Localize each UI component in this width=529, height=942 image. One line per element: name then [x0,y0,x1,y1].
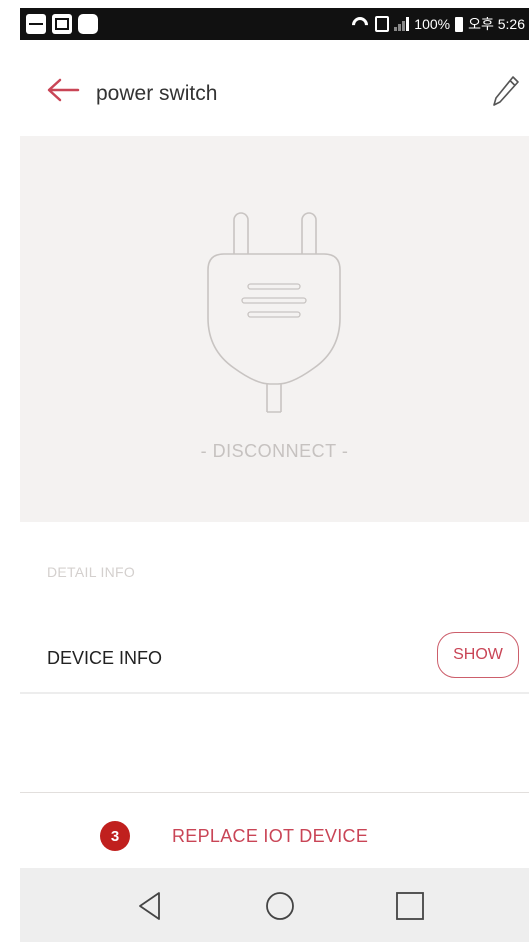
replace-iot-device-label: REPLACE IOT DEVICE [172,826,369,846]
replace-iot-device-button[interactable]: 3 REPLACE IOT DEVICE [20,793,529,868]
nfc-icon [375,16,390,32]
signal-icon [394,17,410,31]
section-label-detail-info: DETAIL INFO [47,564,136,580]
nav-back-button[interactable] [132,888,168,924]
plug-icon [207,212,341,413]
pencil-icon [493,76,519,106]
page-title: power switch [96,82,218,105]
back-button[interactable] [46,78,80,102]
connection-status: - DISCONNECT - [200,441,349,461]
battery-icon [455,16,464,32]
device-info-label: DEVICE INFO [47,648,163,668]
status-bar: 100% 오후 5:26 [20,8,529,40]
device-hero: - DISCONNECT - [20,136,529,522]
circle-home-icon [266,892,294,920]
show-device-info-button[interactable]: SHOW [437,632,519,678]
battery-percent: 100% [414,16,451,32]
navigation-bar [20,868,529,942]
notification-icons [26,14,98,34]
phone-screen: 100% 오후 5:26 power switch - DISCONNECT -… [20,8,529,942]
nav-home-button[interactable] [262,888,298,924]
clock: 오후 5:26 [468,16,525,32]
edit-button[interactable] [491,74,521,108]
square-recent-icon [396,892,424,920]
app-notification-icon [78,14,98,34]
nav-recent-apps-button[interactable] [392,888,428,924]
image-notification-icon [52,14,72,34]
device-info-row: DEVICE INFO SHOW [20,604,529,694]
step-badge: 3 [100,821,130,851]
status-right: 100% 오후 5:26 [350,14,525,34]
wifi-icon [350,17,370,31]
app-bar: power switch [20,40,529,137]
arrow-left-icon [47,78,80,102]
triangle-back-icon [139,892,160,920]
notification-icon [26,14,46,34]
